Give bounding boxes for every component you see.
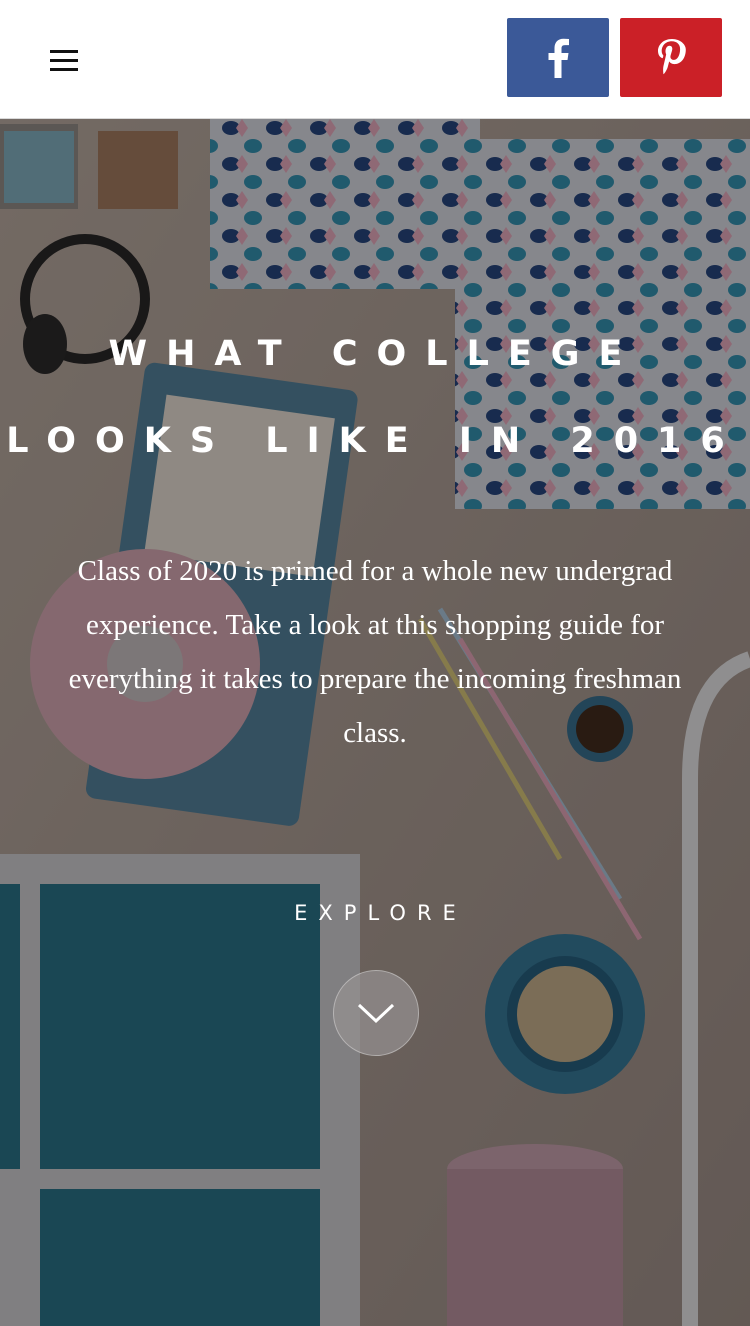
explore-label[interactable]: EXPLORE bbox=[0, 901, 750, 925]
chevron-down-icon bbox=[357, 1003, 395, 1024]
facebook-icon bbox=[548, 38, 569, 78]
page-title-line-2: LOOKS LIKE IN 2016 bbox=[6, 421, 744, 461]
pinterest-icon bbox=[658, 38, 686, 74]
hamburger-menu-icon[interactable] bbox=[44, 40, 84, 80]
pinterest-share-button[interactable] bbox=[620, 18, 722, 97]
top-bar bbox=[0, 0, 750, 119]
scroll-down-button[interactable] bbox=[333, 970, 419, 1056]
intro-description: Class of 2020 is primed for a whole new … bbox=[68, 555, 682, 749]
facebook-share-button[interactable] bbox=[507, 18, 609, 97]
page-title-line-1: WHAT COLLEGE bbox=[108, 334, 642, 374]
hero-section: WHAT COLLEGE LOOKS LIKE IN 2016 Class of… bbox=[0, 119, 750, 1326]
